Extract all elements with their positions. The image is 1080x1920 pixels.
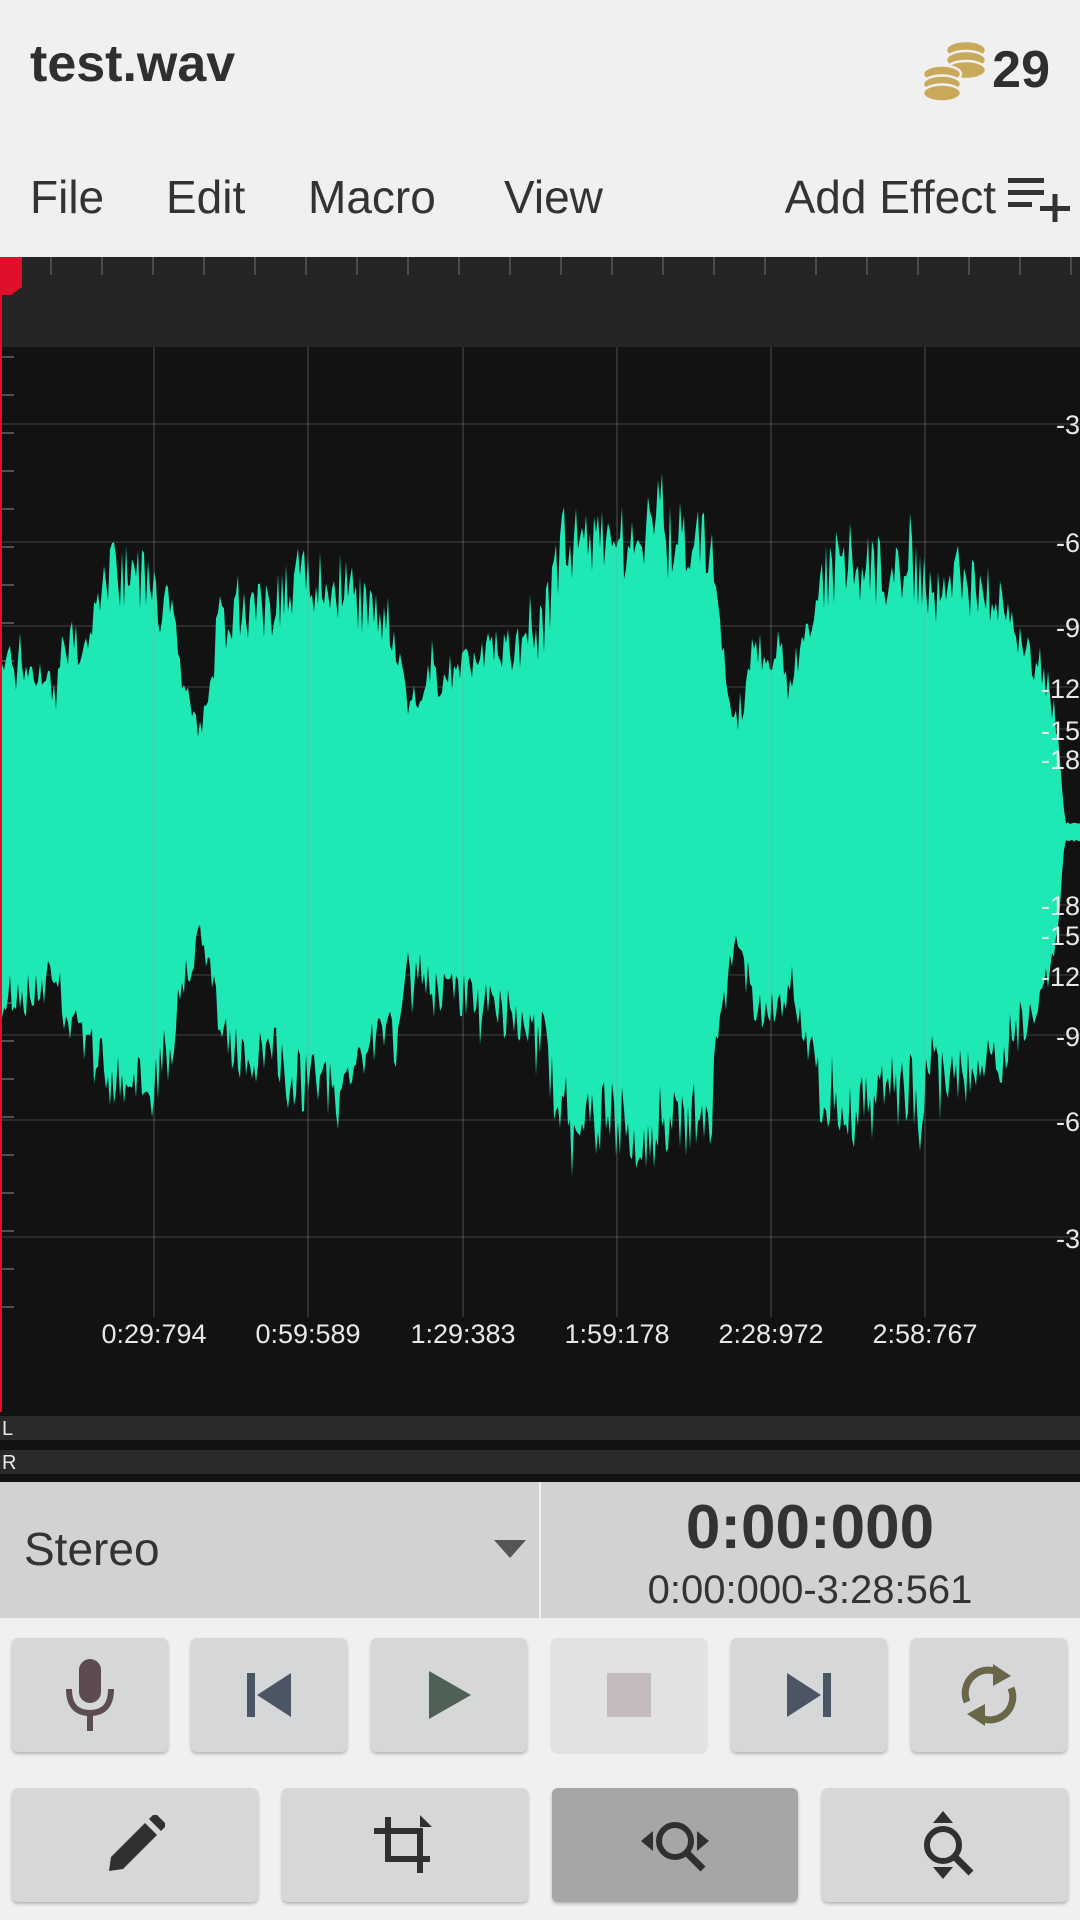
waveform-shape — [0, 472, 1080, 1178]
menu-view[interactable]: View — [504, 170, 603, 224]
edit-tool-button[interactable] — [12, 1788, 258, 1902]
skip-previous-button[interactable] — [191, 1638, 347, 1752]
file-title: test.wav — [30, 35, 236, 93]
channel-left-label: L — [2, 1418, 14, 1440]
menu-macro[interactable]: Macro — [308, 170, 436, 224]
add-effect-label: Add Effect — [784, 171, 996, 223]
waveform-canvas[interactable] — [0, 257, 1080, 1412]
horizontal-zoom-button[interactable] — [552, 1788, 798, 1902]
menu-edit[interactable]: Edit — [166, 170, 245, 224]
db-label: -6 — [1055, 1107, 1080, 1137]
vertical-zoom-button[interactable] — [822, 1788, 1068, 1902]
microphone-icon — [66, 1659, 114, 1731]
add-effect-button[interactable]: Add Effect — [785, 170, 1072, 224]
channel-strip: L R — [0, 1412, 1080, 1482]
selection-range: 0:00:000-3:28:561 — [647, 1568, 973, 1612]
menu-bar: File Edit Macro View Add Effect — [0, 150, 1080, 250]
stop-button[interactable] — [551, 1638, 707, 1752]
db-label: -12 — [1040, 962, 1080, 992]
crop-tool-button[interactable] — [282, 1788, 528, 1902]
db-label: -6 — [1055, 528, 1080, 558]
db-label: -9 — [1055, 613, 1080, 643]
db-label: -9 — [1055, 1022, 1080, 1052]
playlist-add-icon — [1008, 178, 1070, 222]
channel-mode-value: Stereo — [24, 1523, 160, 1575]
time-label: 2:58:767 — [872, 1319, 978, 1349]
crop-icon — [374, 1815, 432, 1873]
loop-icon — [961, 1664, 1017, 1726]
menu-file[interactable]: File — [30, 170, 104, 224]
play-button[interactable] — [371, 1638, 527, 1752]
db-label: -3 — [1055, 1224, 1080, 1254]
time-label: 0:59:589 — [255, 1319, 361, 1349]
channel-right-label: R — [2, 1452, 17, 1474]
coins-count: 29 — [992, 41, 1050, 99]
play-icon — [429, 1671, 471, 1719]
stop-icon — [607, 1673, 651, 1717]
record-button[interactable] — [12, 1638, 168, 1752]
skip-previous-icon — [247, 1673, 291, 1717]
coins-display[interactable]: 29 — [922, 30, 1050, 110]
time-label: 2:28:972 — [718, 1319, 824, 1349]
skip-next-icon — [787, 1673, 831, 1717]
zoom-horizontal-icon — [641, 1822, 709, 1872]
db-label: -15 — [1040, 716, 1080, 746]
db-label: -18 — [1040, 891, 1080, 921]
db-label: -3 — [1055, 410, 1080, 440]
loop-button[interactable] — [911, 1638, 1067, 1752]
playhead-line[interactable] — [0, 258, 2, 1412]
waveform-view[interactable]: -3 -6 -9 -12 -15 -18 -18 -15 -12 -9 -6 -… — [0, 257, 1080, 1412]
db-label: -15 — [1040, 921, 1080, 951]
coins-icon — [922, 39, 988, 102]
db-label: -12 — [1040, 674, 1080, 704]
zoom-vertical-icon — [924, 1811, 974, 1879]
dropdown-arrow-icon — [494, 1540, 526, 1558]
time-label: 1:59:178 — [564, 1319, 670, 1349]
db-label: -18 — [1040, 745, 1080, 775]
playhead-marker[interactable] — [0, 257, 22, 295]
current-time: 0:00:000 — [685, 1493, 935, 1562]
skip-next-button[interactable] — [731, 1638, 887, 1752]
time-label: 0:29:794 — [101, 1319, 207, 1349]
pencil-icon — [109, 1815, 165, 1871]
time-label: 1:29:383 — [410, 1319, 516, 1349]
